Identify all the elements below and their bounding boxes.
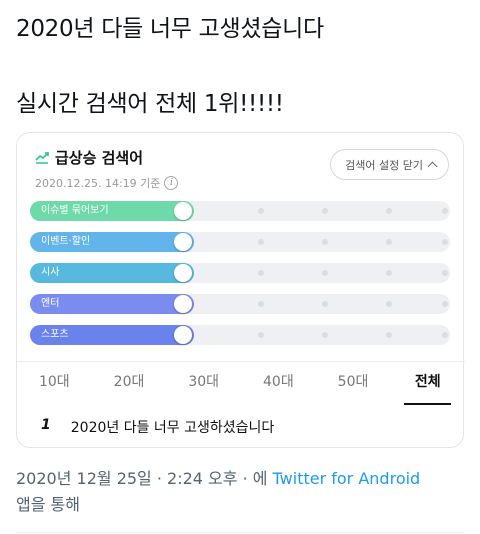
toggle-knob[interactable]: [174, 326, 192, 344]
level-dot: [322, 270, 328, 276]
level-dot: [442, 239, 448, 245]
realtime-search-card[interactable]: 급상승 검색어 2020.12.25. 14:19 기준 i 검색어 설정 닫기…: [16, 132, 465, 448]
rank-term[interactable]: 2020년 다들 너무 고생하셨습니다: [71, 417, 275, 437]
filter-toggle-sports[interactable]: 스포츠: [30, 325, 194, 345]
divider: [16, 532, 464, 533]
level-dot: [442, 270, 448, 276]
level-dot: [322, 208, 328, 214]
level-dot: [322, 301, 328, 307]
filter-toggle-entertainment[interactable]: 엔터: [30, 294, 194, 314]
level-dot: [442, 208, 448, 214]
toggle-knob[interactable]: [174, 295, 192, 313]
level-dot: [258, 208, 264, 214]
rank-number: 1: [41, 417, 51, 433]
card-title: 급상승 검색어: [55, 149, 144, 167]
level-dot: [386, 208, 392, 214]
level-dot: [322, 332, 328, 338]
toggle-knob[interactable]: [174, 264, 192, 282]
tweet-metadata: 2020년 12월 25일 · 2:24 오후 · 에 Twitter for …: [16, 466, 466, 518]
ranking-list-item[interactable]: 1 2020년 다들 너무 고생하셨습니다: [41, 417, 274, 437]
filter-row[interactable]: 스포츠: [30, 325, 450, 345]
level-dot: [258, 301, 264, 307]
filter-row[interactable]: 이슈별 묶어보기: [30, 201, 450, 221]
chevron-up-icon: [427, 161, 438, 171]
filter-label: 시사: [41, 267, 60, 278]
tab-all[interactable]: 전체: [390, 362, 465, 405]
source-suffix: 앱을 통해: [16, 495, 80, 514]
info-icon[interactable]: i: [164, 176, 179, 190]
filter-toggle-issue[interactable]: 이슈별 묶어보기: [30, 201, 194, 221]
filter-row[interactable]: 시사: [30, 263, 450, 283]
level-dot: [442, 301, 448, 307]
filter-label: 스포츠: [41, 329, 69, 340]
card-header: 급상승 검색어: [35, 147, 143, 168]
tweet-date[interactable]: 2020년 12월 25일 · 2:24 오후 · 에: [16, 469, 273, 488]
tab-50s[interactable]: 50대: [316, 362, 391, 405]
tab-20s[interactable]: 20대: [92, 362, 167, 405]
level-dot: [258, 332, 264, 338]
toggle-knob[interactable]: [174, 202, 192, 220]
filter-toggle-list: 이슈별 묶어보기 이벤트·할인 시사 엔터 스포츠: [30, 201, 450, 356]
filter-label: 엔터: [41, 298, 60, 309]
level-dot: [386, 301, 392, 307]
timestamp-text: 2020.12.25. 14:19 기준: [35, 177, 161, 190]
filter-row[interactable]: 이벤트·할인: [30, 232, 450, 252]
level-dot: [258, 239, 264, 245]
level-dot: [322, 239, 328, 245]
level-dot: [386, 332, 392, 338]
level-dot: [258, 270, 264, 276]
level-dot: [442, 332, 448, 338]
level-dot: [386, 270, 392, 276]
tab-10s[interactable]: 10대: [17, 362, 92, 405]
timestamp: 2020.12.25. 14:19 기준 i: [35, 175, 179, 191]
close-search-settings-button[interactable]: 검색어 설정 닫기: [330, 149, 449, 180]
trending-up-icon: [35, 152, 49, 164]
filter-label: 이슈별 묶어보기: [41, 205, 109, 216]
filter-toggle-news[interactable]: 시사: [30, 263, 194, 283]
filter-toggle-event[interactable]: 이벤트·할인: [30, 232, 194, 252]
tab-30s[interactable]: 30대: [166, 362, 241, 405]
filter-row[interactable]: 엔터: [30, 294, 450, 314]
toggle-knob[interactable]: [174, 233, 192, 251]
source-link[interactable]: Twitter for Android: [273, 469, 421, 488]
settings-button-label: 검색어 설정 닫기: [345, 158, 423, 172]
age-tabs: 10대 20대 30대 40대 50대 전체: [17, 361, 465, 405]
level-dot: [386, 239, 392, 245]
tab-40s[interactable]: 40대: [241, 362, 316, 405]
filter-label: 이벤트·할인: [41, 236, 91, 247]
tweet-text-line-2: 실시간 검색어 전체 1위!!!!!: [16, 91, 284, 117]
tweet-text-line-1: 2020년 다들 너무 고생셨습니다: [16, 16, 324, 42]
